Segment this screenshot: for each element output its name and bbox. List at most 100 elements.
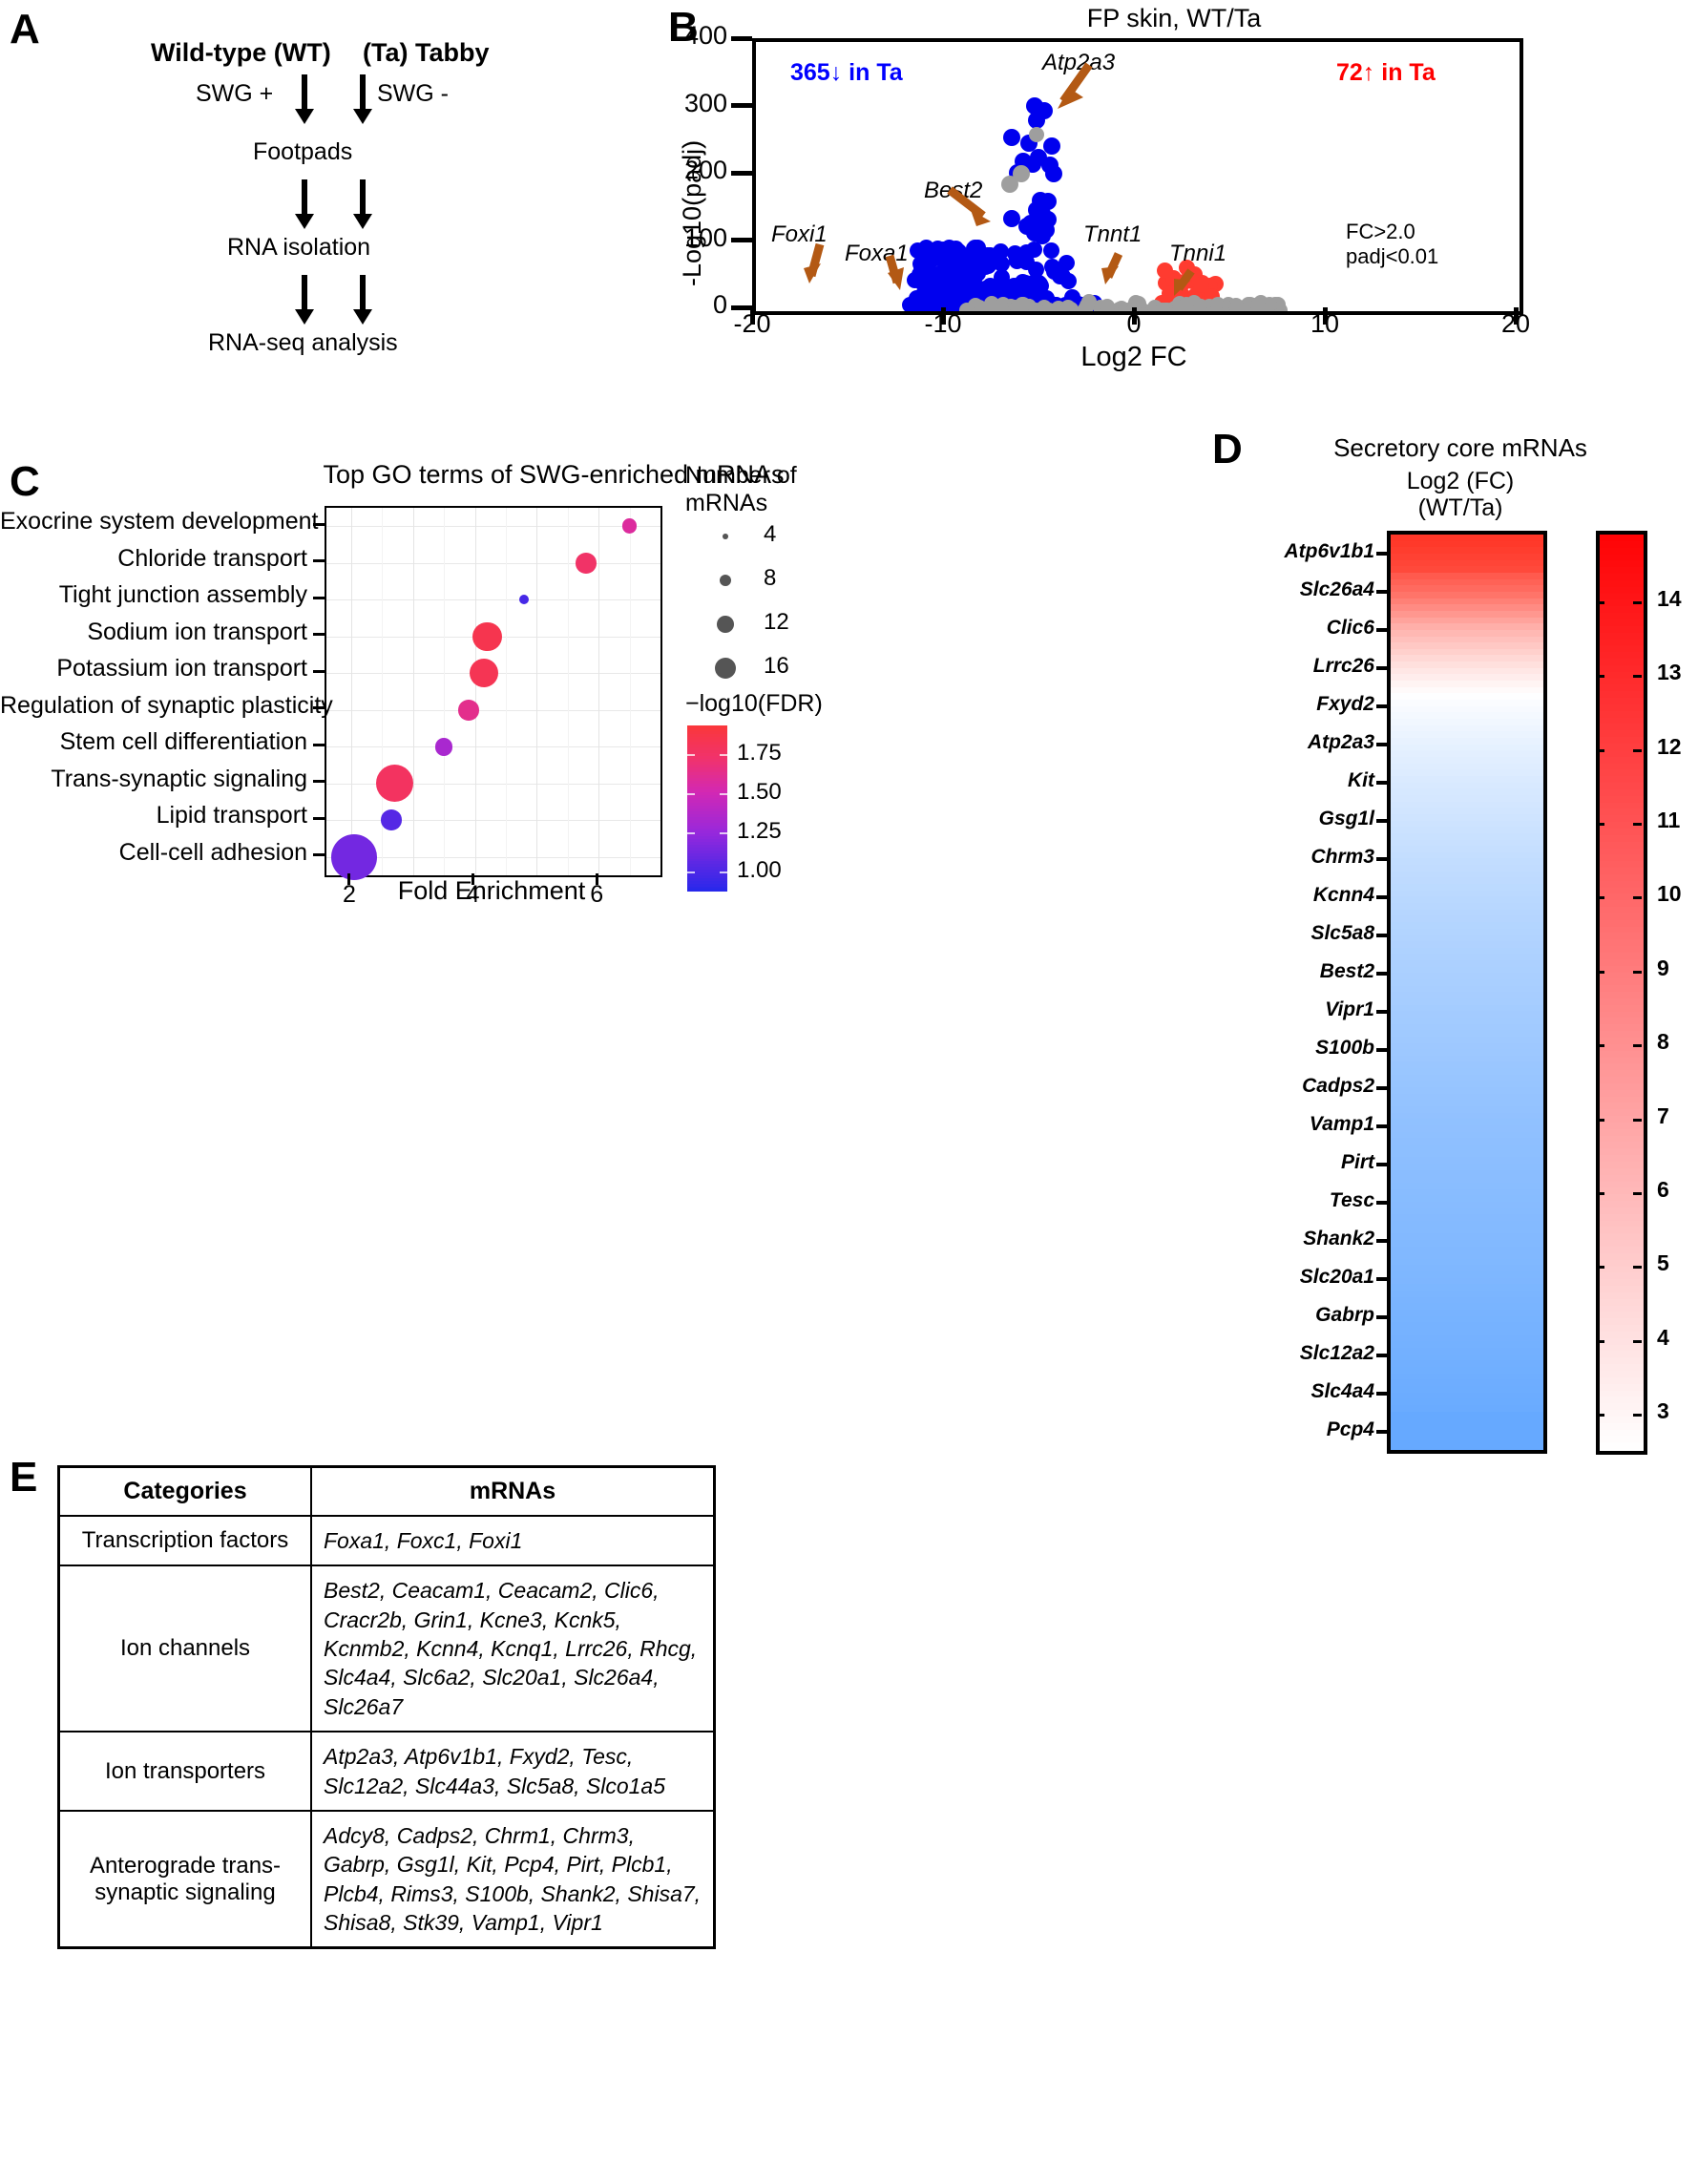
mrna-category-table: Categories mRNAs Transcription factors Fo…	[57, 1465, 716, 1950]
heatmap-cell	[1391, 832, 1543, 840]
colorbar-tick-label: 9	[1657, 955, 1669, 980]
heatmap-cell	[1391, 1366, 1543, 1374]
heatmap-gene-label: Tesc	[1329, 1189, 1374, 1211]
heatmap-cell	[1391, 578, 1543, 586]
colorbar-tick	[1633, 822, 1642, 826]
heatmap-gene-label: Atp6v1b1	[1284, 540, 1374, 562]
heatmap-cell	[1391, 547, 1543, 554]
colorbar-tick	[1633, 1044, 1642, 1048]
colorbar-tick	[1633, 1414, 1642, 1418]
heatmap-cell	[1391, 839, 1543, 847]
heatmap-cell	[1391, 1182, 1543, 1189]
heatmap-cell	[1391, 1093, 1543, 1101]
heatmap-cell	[1391, 1296, 1543, 1304]
size-legend-label: 16	[764, 653, 789, 679]
heatmap-cell	[1391, 1068, 1543, 1075]
heatmap-cell	[1391, 1087, 1543, 1094]
table-row: Anterograde trans-synaptic signaling Adcy…	[57, 1809, 716, 1949]
colorbar-segment	[1600, 1357, 1644, 1365]
colorbar-tick	[1633, 1266, 1642, 1270]
colorbar-tick-label: 13	[1657, 660, 1682, 685]
colorbar-segment	[1600, 1063, 1644, 1071]
heatmap-cell	[1391, 851, 1543, 859]
heatmap-cell	[1391, 1106, 1543, 1113]
heatmap-cell	[1391, 1125, 1543, 1132]
panel-e-letter: E	[10, 1454, 38, 1501]
heatmap-cell	[1391, 629, 1543, 637]
volcano-y-tick-label: 200	[683, 156, 727, 184]
go-gridline-v	[536, 508, 538, 875]
colorbar-segment	[1600, 1011, 1644, 1018]
colorbar-segment	[1600, 724, 1644, 731]
go-dot	[621, 518, 638, 535]
colorbar-segment	[1600, 795, 1644, 803]
panel-c-letter: C	[10, 458, 40, 505]
heatmap-cell	[1391, 648, 1543, 656]
colorbar-tick	[1633, 896, 1642, 900]
heatmap-cell	[1391, 922, 1543, 929]
colorbar-tick-label: 10	[1657, 881, 1682, 907]
colorbar-segment	[1600, 1096, 1644, 1103]
heatmap-cell	[1391, 738, 1543, 745]
heatmap-cell	[1391, 1411, 1543, 1418]
go-category-label: Potassium ion transport	[56, 655, 307, 682]
colorbar-segment	[1600, 730, 1644, 738]
column-header-mrnas: mRNAs	[310, 1465, 716, 1517]
heatmap-cell	[1391, 693, 1543, 701]
colorbar-segment	[1600, 946, 1644, 953]
colorbar-segment	[1600, 613, 1644, 620]
colorbar-segment	[1600, 783, 1644, 789]
heatmap-cell	[1391, 973, 1543, 979]
colorbar-segment	[1600, 978, 1644, 986]
colorbar-tick	[1633, 1118, 1642, 1122]
colorbar-segment	[1600, 1102, 1644, 1110]
heatmap-cell	[1391, 1049, 1543, 1056]
colorbar-segment	[1600, 554, 1644, 561]
go-dot	[470, 659, 499, 688]
heatmap-cell	[1391, 655, 1543, 662]
heatmap-cell	[1391, 1023, 1543, 1031]
heatmap-cell	[1391, 1418, 1543, 1424]
heatmap-cell	[1391, 985, 1543, 993]
heatmap-colorbar	[1596, 531, 1647, 1455]
heatmap-cell	[1391, 1437, 1543, 1443]
heatmap-gene-label: Pirt	[1340, 1151, 1374, 1173]
heatmap-cell	[1391, 604, 1543, 611]
colorbar-segment	[1600, 698, 1644, 704]
heatmap-cell	[1391, 1163, 1543, 1170]
volcano-title: FP skin, WT/Ta	[1086, 4, 1262, 32]
colorbar-segment	[1600, 560, 1644, 568]
heatmap-cell	[1391, 998, 1543, 1005]
go-gridline-v	[629, 508, 631, 875]
heatmap-subtitle: Log2 (FC) (WT/Ta)	[1260, 468, 1661, 521]
go-gridline-v	[505, 508, 507, 875]
go-dot	[331, 833, 377, 880]
heatmap-cell	[1391, 705, 1543, 713]
colorbar-segment	[1600, 1037, 1644, 1044]
volcano-y-tick-label: 300	[683, 88, 727, 117]
colorbar-tick	[1596, 1266, 1604, 1270]
go-plot-area	[325, 506, 662, 880]
go-category-tick	[313, 743, 325, 746]
heatmap-cell	[1391, 1074, 1543, 1082]
heatmap-gene-tick	[1376, 1124, 1390, 1128]
go-gridline-v	[412, 508, 414, 875]
heatmap-cell	[1391, 992, 1543, 998]
heatmap-cell	[1391, 1004, 1543, 1012]
colorbar-segment	[1600, 985, 1644, 993]
heatmap-cell	[1391, 1322, 1543, 1330]
heatmap-cell	[1391, 1329, 1543, 1335]
step-rna-isolation: RNA isolation	[227, 234, 371, 261]
heatmap-cell	[1391, 681, 1543, 687]
heatmap-cell	[1391, 959, 1543, 967]
color-legend-tick	[720, 872, 727, 873]
colorbar-segment	[1600, 868, 1644, 874]
heatmap-cell	[1391, 1208, 1543, 1215]
panel-e-table: E Categories mRNAs Transcription factors…	[0, 1427, 754, 1950]
colorbar-segment	[1600, 652, 1644, 660]
colorbar-segment	[1600, 1240, 1644, 1247]
colorbar-segment	[1600, 574, 1644, 580]
colorbar-segment	[1600, 1331, 1644, 1338]
go-gridline-h	[326, 526, 660, 528]
fc-threshold-note: FC>2.0 padj<0.01	[1346, 220, 1438, 270]
